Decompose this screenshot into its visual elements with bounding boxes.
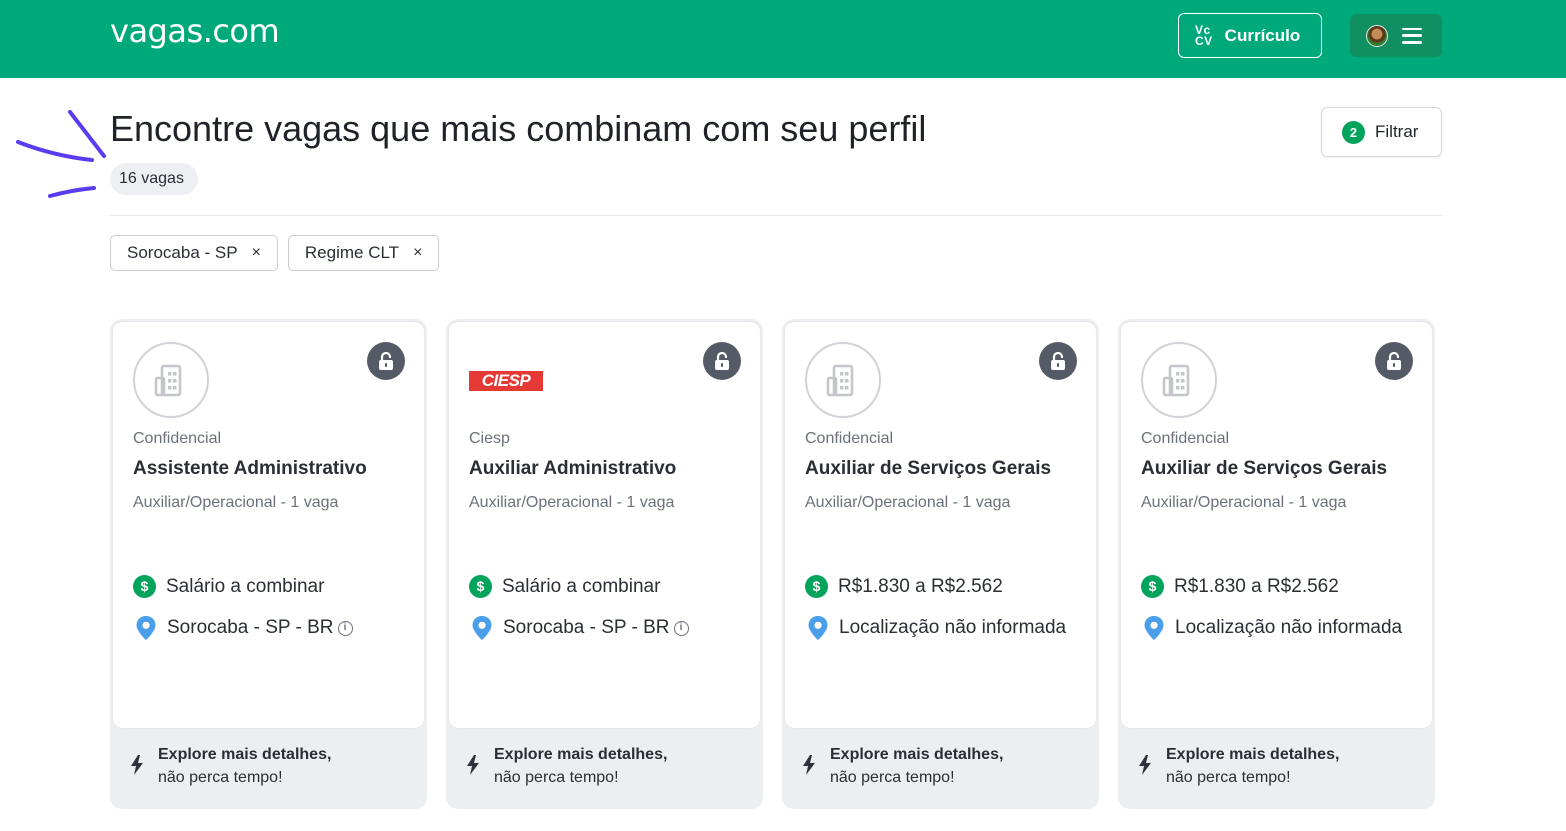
pin-icon <box>808 616 828 640</box>
job-title[interactable]: Auxiliar de Serviços Gerais <box>805 458 1051 480</box>
cv-icon: Vc CV <box>1195 24 1213 48</box>
job-card-body[interactable]: Confidencial Auxiliar de Serviços Gerais… <box>1121 322 1432 728</box>
pin-icon <box>1144 616 1164 640</box>
page-title: Encontre vagas que mais combinam com seu… <box>110 108 927 149</box>
job-cards-list: Confidencial Assistente Administrativo A… <box>110 319 1435 809</box>
filter-count-badge: 2 <box>1342 120 1365 144</box>
job-card[interactable]: Confidencial Auxiliar de Serviços Gerais… <box>782 319 1099 809</box>
filter-chip-regime[interactable]: Regime CLT × <box>287 235 440 271</box>
dollar-icon: $ <box>469 575 492 598</box>
filter-label: Filtrar <box>1375 122 1419 141</box>
pin-icon <box>136 616 156 640</box>
salary-text: Salário a combinar <box>166 575 325 597</box>
annotation-strokes-icon <box>16 110 106 198</box>
cta-subtitle: não perca tempo! <box>1166 769 1291 786</box>
ciesp-logo: CIESP <box>469 371 543 391</box>
divider <box>110 215 1442 216</box>
curriculo-button[interactable]: Vc CV Currículo <box>1178 13 1322 58</box>
building-icon <box>805 342 881 418</box>
cta-title: Explore mais detalhes, <box>1166 746 1340 763</box>
job-title[interactable]: Assistente Administrativo <box>133 458 367 480</box>
card-footer-cta[interactable]: Explore mais detalhes, não perca tempo! <box>466 743 667 789</box>
filter-chip-location[interactable]: Sorocaba - SP × <box>110 235 278 271</box>
lock-icon[interactable] <box>1375 342 1413 380</box>
job-card-body[interactable]: Confidencial Auxiliar de Serviços Gerais… <box>785 322 1096 728</box>
company-name: Confidencial <box>805 430 894 447</box>
cta-subtitle: não perca tempo! <box>158 769 283 786</box>
user-menu-button[interactable] <box>1350 14 1442 57</box>
cta-title: Explore mais detalhes, <box>494 746 668 763</box>
building-icon <box>1141 342 1217 418</box>
chip-label: Regime CLT <box>304 243 400 262</box>
dollar-icon: $ <box>1141 575 1164 598</box>
menu-icon <box>1402 27 1422 44</box>
vagas-logo[interactable]: vagas.com <box>110 12 280 50</box>
location-row: Sorocaba - SP - BR i <box>135 614 405 641</box>
bolt-icon <box>803 755 815 775</box>
cv-icon-bottom: CV <box>1195 33 1213 48</box>
chip-label: Sorocaba - SP <box>127 243 238 262</box>
location-text: Sorocaba - SP - BR <box>503 617 670 638</box>
curriculo-label: Currículo <box>1224 25 1301 45</box>
bolt-icon <box>131 755 143 775</box>
lock-icon[interactable] <box>703 342 741 380</box>
cta-subtitle: não perca tempo! <box>830 769 955 786</box>
job-meta: Auxiliar/Operacional - 1 vaga <box>133 494 339 511</box>
location-text: Sorocaba - SP - BR <box>167 617 334 638</box>
job-meta: Auxiliar/Operacional - 1 vaga <box>805 494 1011 511</box>
job-title[interactable]: Auxiliar de Serviços Gerais <box>1141 458 1387 480</box>
dollar-icon: $ <box>133 575 156 598</box>
salary-row: $ R$1.830 a R$2.562 <box>805 575 1003 598</box>
job-card-body[interactable]: CIESP Ciesp Auxiliar Administrativo Auxi… <box>449 322 760 728</box>
location-row: Sorocaba - SP - BR i <box>471 614 741 641</box>
salary-text: Salário a combinar <box>502 575 661 597</box>
card-footer-cta[interactable]: Explore mais detalhes, não perca tempo! <box>802 743 1003 789</box>
location-text: Localização não informada <box>839 617 1067 638</box>
salary-row: $ Salário a combinar <box>133 575 324 598</box>
company-name: Confidencial <box>133 430 222 447</box>
top-navbar: vagas.com Vc CV Currículo <box>0 0 1566 78</box>
company-name: Ciesp <box>469 430 510 447</box>
card-footer-cta[interactable]: Explore mais detalhes, não perca tempo! <box>130 743 331 789</box>
lock-icon[interactable] <box>367 342 405 380</box>
card-footer-cta[interactable]: Explore mais detalhes, não perca tempo! <box>1138 743 1339 789</box>
bolt-icon <box>467 755 479 775</box>
close-icon[interactable]: × <box>252 244 261 262</box>
bolt-icon <box>1139 755 1151 775</box>
cta-subtitle: não perca tempo! <box>494 769 619 786</box>
close-icon[interactable]: × <box>413 244 422 262</box>
job-card[interactable]: Confidencial Auxiliar de Serviços Gerais… <box>1118 319 1435 809</box>
lock-icon[interactable] <box>1039 342 1077 380</box>
job-meta: Auxiliar/Operacional - 1 vaga <box>469 494 675 511</box>
job-card[interactable]: CIESP Ciesp Auxiliar Administrativo Auxi… <box>446 319 763 809</box>
cta-title: Explore mais detalhes, <box>830 746 1004 763</box>
building-icon <box>133 342 209 418</box>
location-row: Localização não informada <box>1143 614 1413 641</box>
info-icon[interactable]: i <box>673 621 689 636</box>
salary-row: $ Salário a combinar <box>469 575 660 598</box>
location-text: Localização não informada <box>1175 617 1403 638</box>
salary-text: R$1.830 a R$2.562 <box>1174 575 1339 597</box>
dollar-icon: $ <box>805 575 828 598</box>
pin-icon <box>472 616 492 640</box>
location-row: Localização não informada <box>807 614 1077 641</box>
job-card[interactable]: Confidencial Assistente Administrativo A… <box>110 319 427 809</box>
job-meta: Auxiliar/Operacional - 1 vaga <box>1141 494 1347 511</box>
cta-title: Explore mais detalhes, <box>158 746 332 763</box>
salary-text: R$1.830 a R$2.562 <box>838 575 1003 597</box>
company-name: Confidencial <box>1141 430 1230 447</box>
salary-row: $ R$1.830 a R$2.562 <box>1141 575 1339 598</box>
filter-button[interactable]: 2 Filtrar <box>1321 107 1442 157</box>
job-card-body[interactable]: Confidencial Assistente Administrativo A… <box>113 322 424 728</box>
avatar <box>1366 24 1388 47</box>
active-filter-chips: Sorocaba - SP × Regime CLT × <box>110 235 440 271</box>
results-count-badge: 16 vagas <box>110 163 198 195</box>
job-title[interactable]: Auxiliar Administrativo <box>469 458 676 480</box>
info-icon[interactable]: i <box>337 621 353 636</box>
